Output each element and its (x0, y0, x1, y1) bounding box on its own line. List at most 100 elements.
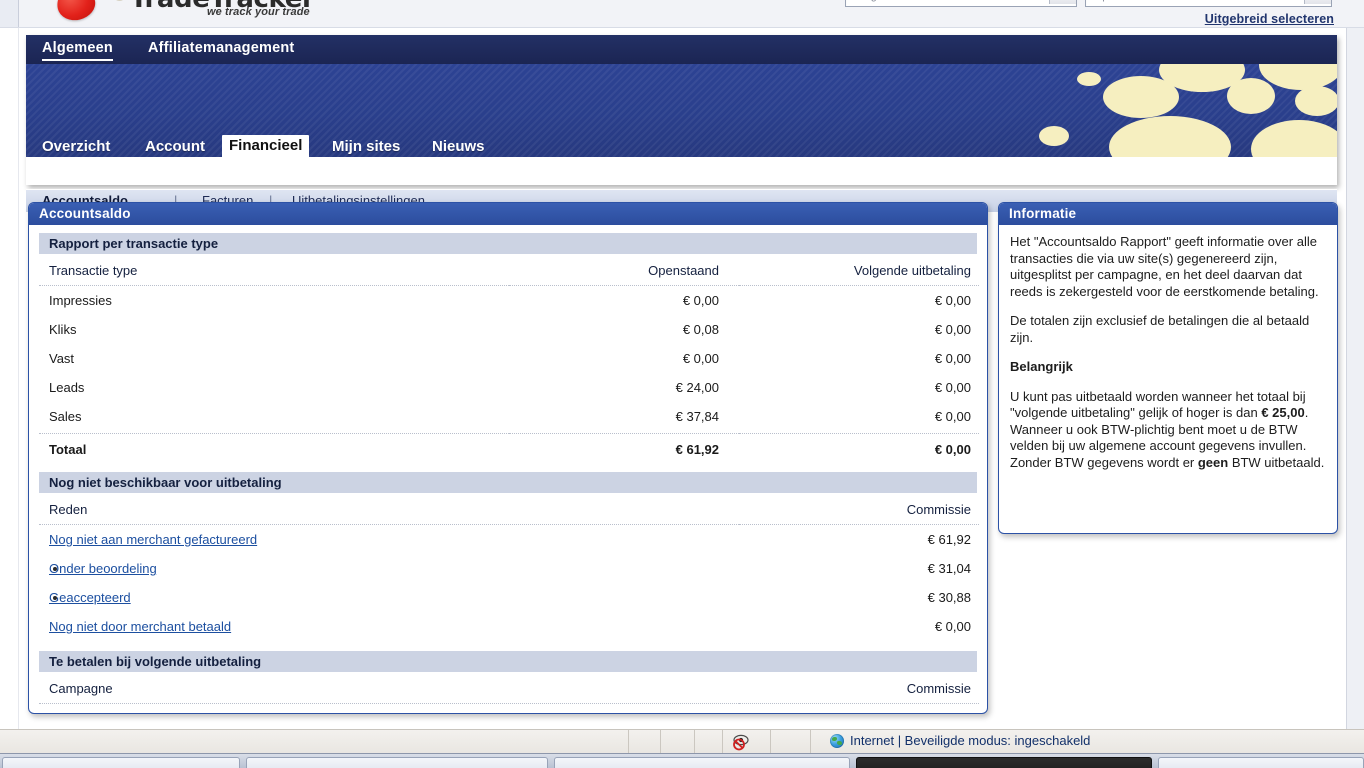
advanced-select-link[interactable]: Uitgebreid selecteren (1205, 12, 1334, 26)
section-header-rapport-per-transactie-type: Rapport per transactie type (39, 233, 977, 254)
cell-openstaand: € 0,00 (682, 351, 719, 366)
search-input[interactable]: Google (845, 0, 1077, 7)
column-header-campagne: Campagne (39, 672, 739, 704)
cell-openstaand: € 0,00 (682, 293, 719, 308)
status-cell (694, 730, 723, 754)
site-header: Algemeen Affiliatemanagement Overzicht A… (26, 35, 1337, 212)
security-zone-status: Internet | Beveiligde modus: ingeschakel… (830, 733, 1090, 748)
banner-ellipse-decoration (1227, 78, 1275, 114)
empty-state-message: Geen weer te geven transacties (39, 704, 739, 713)
info-paragraph-3: U kunt pas uitbetaald worden wanneer het… (1010, 389, 1326, 472)
vertical-scrollbar[interactable] (1346, 27, 1364, 729)
nav-item-financieel[interactable]: Financieel (222, 135, 310, 157)
column-header-transactie-type: Transactie type (39, 254, 509, 286)
cell-openstaand: € 0,08 (682, 322, 719, 337)
banner-ellipse-decoration (1109, 116, 1231, 157)
column-header-openstaand: Openstaand (509, 254, 739, 286)
cell-transactie-type: Vast (49, 351, 75, 366)
taskbar-button-active[interactable] (856, 757, 1152, 768)
cell-volgende: € 0,00 (934, 380, 971, 395)
column-header-commissie: Commissie (739, 672, 979, 704)
taskbar-button[interactable] (1158, 757, 1364, 768)
nav-item-nieuws[interactable]: Nieuws (432, 138, 485, 155)
table-row: Impressies € 0,00 € 0,00 (39, 286, 979, 316)
bullet-icon (53, 595, 57, 600)
info-p3-part-c: BTW uitbetaald. (1228, 454, 1325, 470)
cell-volgende: € 0,00 (934, 351, 971, 366)
table-row: Onder beoordeling € 31,04 (39, 554, 979, 583)
banner-ellipse-decoration (1295, 86, 1337, 116)
cell-commissie: € 30,88 (927, 590, 971, 605)
link-geaccepteerd[interactable]: Geaccepteerd (49, 590, 131, 605)
status-cell (770, 730, 811, 754)
cell-transactie-type: Impressies (49, 293, 112, 308)
popup-blocked-icon[interactable] (731, 733, 751, 751)
table-row: Sales € 37,84 € 0,00 (39, 402, 979, 434)
section-header-nog-niet-beschikbaar: Nog niet beschikbaar voor uitbetaling (39, 472, 977, 493)
nav-item-overzicht[interactable]: Overzicht (42, 138, 110, 155)
link-nog-niet-door-merchant-betaald[interactable]: Nog niet door merchant betaald (49, 619, 231, 634)
banner-ellipse-decoration (1077, 72, 1101, 86)
nav-item-account[interactable]: Account (145, 138, 205, 155)
info-minimum-amount: € 25,00 (1261, 405, 1305, 420)
accountsaldo-panel: Accountsaldo Rapport per transactie type… (28, 202, 988, 714)
column-header-commissie: Commissie (739, 493, 979, 525)
table-header-row: Transactie type Openstaand Volgende uitb… (39, 254, 979, 286)
column-header-reden: Reden (39, 493, 739, 525)
banner-ellipse-decoration (1251, 120, 1337, 157)
windows-taskbar (0, 753, 1364, 768)
bullet-icon (53, 566, 57, 571)
cell-transactie-type: Sales (49, 409, 82, 424)
globe-icon (830, 733, 844, 748)
niet-beschikbaar-table: Reden Commissie Nog niet aan merchant ge… (39, 493, 979, 643)
info-paragraph-2: De totalen zijn exclusief de betalingen … (1010, 313, 1310, 345)
topnav-tab-affiliatemanagement[interactable]: Affiliatemanagement (148, 40, 294, 59)
address-go-button[interactable] (1304, 0, 1331, 4)
info-heading-belangrijk: Belangrijk (1010, 359, 1326, 376)
te-betalen-table: Campagne Commissie Geen weer te geven tr… (39, 672, 979, 713)
cell-volgende: € 0,00 (934, 322, 971, 337)
browser-toolbar: Google http://www.tradetracker.nl (0, 0, 1364, 28)
cell-commissie: € 61,92 (927, 532, 971, 547)
cell-transactie-type: Kliks (49, 322, 77, 337)
link-nog-niet-aan-merchant-gefactureerd[interactable]: Nog niet aan merchant gefactureerd (49, 532, 257, 547)
table-header-row: Reden Commissie (39, 493, 979, 525)
info-emphasis-geen: geen (1197, 454, 1229, 470)
cell-commissie: € 0,00 (934, 619, 971, 634)
cell-openstaand: € 24,00 (675, 380, 719, 395)
table-row: Leads € 24,00 € 0,00 (39, 373, 979, 402)
table-empty-row: Geen weer te geven transacties (39, 704, 979, 713)
banner-ellipse-decoration (1103, 76, 1179, 118)
browser-window: Google http://www.tradetracker.nl TradeT… (0, 0, 1364, 768)
transactie-type-table: Transactie type Openstaand Volgende uitb… (39, 254, 979, 464)
taskbar-button[interactable] (246, 757, 548, 768)
toolbar-left-rail (0, 0, 19, 27)
cell-volgende: € 0,00 (934, 409, 971, 424)
table-row: Geaccepteerd € 30,88 (39, 583, 979, 612)
page-left-margin (0, 27, 19, 729)
link-onder-beoordeling[interactable]: Onder beoordeling (49, 561, 157, 576)
table-row: Vast € 0,00 € 0,00 (39, 344, 979, 373)
top-navigation-bar: Algemeen Affiliatemanagement (26, 35, 1337, 64)
taskbar-button[interactable] (554, 757, 850, 768)
cell-total-label: Totaal (39, 433, 509, 464)
security-zone-text: Internet | Beveiligde modus: ingeschakel… (850, 733, 1091, 748)
informatie-panel: Informatie Het "Accountsaldo Rapport" ge… (998, 202, 1338, 534)
nav-item-mijn-sites[interactable]: Mijn sites (332, 138, 400, 155)
cell-volgende: € 0,00 (934, 293, 971, 308)
cell-total-openstaand: € 61,92 (509, 433, 739, 464)
cell-commissie: € 31,04 (927, 561, 971, 576)
table-row: Kliks € 0,08 € 0,00 (39, 315, 979, 344)
panel-title-accountsaldo: Accountsaldo (29, 203, 987, 225)
cell-total-volgende: € 0,00 (739, 433, 979, 464)
address-input[interactable]: http://www.tradetracker.nl (1085, 0, 1332, 7)
status-cell (660, 730, 695, 754)
info-heading-text: Belangrijk (1010, 359, 1073, 374)
browser-status-bar: Internet | Beveiligde modus: ingeschakel… (0, 729, 1364, 754)
search-placeholder-text: Google (850, 0, 885, 2)
table-total-row: Totaal € 61,92 € 0,00 (39, 433, 979, 464)
panel-title-informatie: Informatie (999, 203, 1337, 225)
search-go-button[interactable] (1049, 0, 1076, 4)
taskbar-button[interactable] (2, 757, 240, 768)
topnav-tab-algemeen[interactable]: Algemeen (42, 40, 113, 61)
